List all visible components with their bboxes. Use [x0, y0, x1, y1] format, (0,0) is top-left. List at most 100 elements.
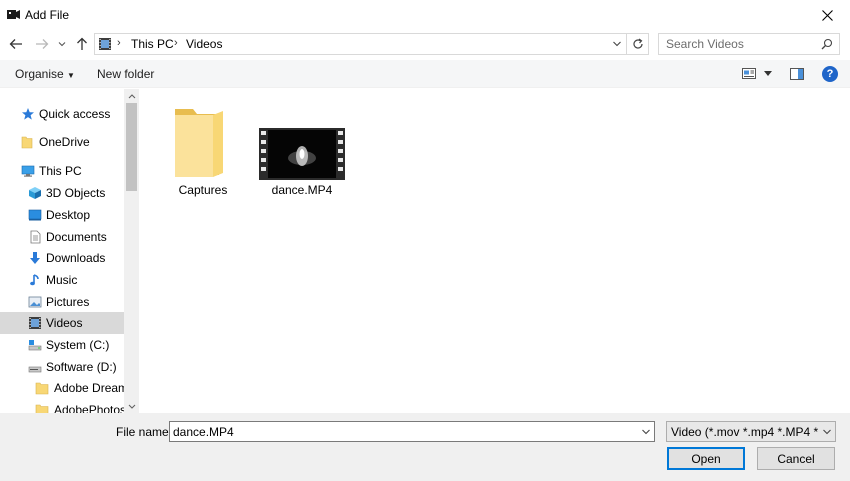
file-item-captures[interactable]: Captures	[158, 101, 248, 201]
file-name: dance.MP4	[271, 183, 333, 197]
chevron-down-icon[interactable]	[641, 426, 651, 438]
chevron-down-icon[interactable]	[764, 71, 772, 76]
refresh-button[interactable]	[627, 33, 649, 55]
document-icon	[30, 230, 41, 244]
sidebar-item-software-d[interactable]: Software (D:)	[0, 356, 124, 378]
sidebar-item-desktop[interactable]: Desktop	[0, 204, 124, 226]
folder-icon	[175, 109, 223, 177]
window-title: Add File	[25, 8, 70, 22]
breadcrumb-this-pc[interactable]: This PC	[131, 37, 174, 51]
sidebar-item-onedrive[interactable]: OneDrive	[0, 131, 124, 153]
sidebar-item-label: OneDrive	[39, 135, 90, 149]
preview-pane-icon[interactable]	[790, 68, 804, 80]
open-button[interactable]: Open	[667, 447, 745, 470]
drive-icon	[28, 340, 42, 351]
navigation-pane: Quick access OneDrive This PC 3D Objects…	[0, 89, 139, 413]
nav-scrollbar[interactable]	[124, 89, 139, 413]
scroll-up-button[interactable]	[124, 89, 139, 103]
caret-down-icon: ▼	[67, 71, 75, 80]
music-icon	[30, 274, 39, 286]
picture-icon	[28, 296, 42, 308]
recent-locations-button[interactable]	[56, 35, 68, 53]
refresh-icon	[632, 38, 643, 49]
sidebar-item-label: This PC	[39, 164, 82, 178]
sidebar-item-label: Downloads	[46, 251, 106, 265]
arrow-left-icon	[9, 39, 22, 49]
sidebar-item-this-pc[interactable]: This PC	[0, 160, 124, 182]
search-icon[interactable]	[821, 38, 833, 50]
organise-menu[interactable]: Organise ▼	[15, 67, 75, 81]
view-options-icon[interactable]	[742, 68, 756, 79]
title-bar: Add File	[0, 0, 850, 30]
sidebar-item-label: Quick access	[39, 107, 111, 121]
search-input[interactable]	[666, 37, 816, 51]
folder-icon	[21, 136, 33, 149]
cube-icon	[29, 187, 41, 199]
video-icon	[29, 317, 41, 329]
sidebar-item-documents[interactable]: Documents	[0, 226, 124, 248]
organise-label: Organise	[15, 67, 64, 81]
file-item-dance-mp4[interactable]: dance.MP4	[257, 101, 347, 201]
sidebar-item-adobe-photoshop[interactable]: AdobePhotosh	[0, 399, 133, 413]
chevron-up-icon	[128, 93, 135, 98]
sidebar-item-label: Desktop	[46, 208, 91, 222]
search-box[interactable]	[658, 33, 840, 55]
file-type-value: Video (*.mov *.mp4 *.MP4 *.Mp	[671, 425, 819, 439]
video-folder-icon	[99, 38, 111, 50]
chevron-down-icon	[128, 404, 135, 409]
chevron-down-icon	[58, 42, 66, 47]
file-name-label: File name:	[116, 425, 173, 439]
file-list: Captures dance.MP4	[139, 89, 850, 413]
file-dialog-footer: File name: Video (*.mov *.mp4 *.MP4 *.Mp…	[0, 413, 850, 481]
breadcrumb-separator[interactable]: ›	[174, 37, 178, 49]
scroll-down-button[interactable]	[124, 399, 139, 413]
breadcrumb-separator[interactable]: ›	[117, 37, 121, 49]
sidebar-item-label: AdobePhotosh	[54, 403, 133, 413]
sidebar-item-videos[interactable]: Videos	[0, 312, 124, 334]
close-button[interactable]	[804, 0, 850, 30]
sidebar-item-quick-access[interactable]: Quick access	[0, 103, 124, 125]
sidebar-item-3d-objects[interactable]: 3D Objects	[0, 182, 124, 204]
close-icon	[821, 9, 833, 21]
command-bar: Organise ▼ New folder ?	[0, 60, 850, 88]
download-icon	[30, 252, 40, 264]
up-button[interactable]	[73, 35, 91, 53]
app-icon	[7, 10, 20, 19]
file-type-select[interactable]: Video (*.mov *.mp4 *.MP4 *.Mp	[666, 421, 836, 442]
sidebar-item-label: 3D Objects	[46, 186, 106, 200]
sidebar-item-label: System (C:)	[46, 338, 110, 352]
scroll-thumb[interactable]	[126, 103, 137, 191]
sidebar-item-label: Music	[46, 273, 78, 287]
sidebar-item-downloads[interactable]: Downloads	[0, 247, 124, 269]
file-name: Captures	[178, 183, 228, 197]
folder-icon	[35, 404, 49, 413]
folder-icon	[35, 382, 49, 395]
help-icon[interactable]: ?	[822, 66, 838, 82]
forward-button[interactable]	[33, 35, 51, 53]
chevron-down-icon[interactable]	[612, 38, 622, 50]
breadcrumb-videos[interactable]: Videos	[186, 37, 222, 51]
sidebar-item-label: Documents	[46, 230, 107, 244]
sidebar-item-label: Software (D:)	[46, 360, 117, 374]
sidebar-item-adobe-dreamweaver[interactable]: Adobe Dreamv	[0, 377, 134, 399]
star-icon	[22, 108, 34, 120]
cancel-button[interactable]: Cancel	[757, 447, 835, 470]
drive-icon	[28, 366, 42, 373]
sidebar-item-label: Pictures	[46, 295, 90, 309]
arrow-right-icon	[36, 39, 49, 49]
file-name-input[interactable]	[173, 425, 633, 439]
sidebar-item-music[interactable]: Music	[0, 269, 124, 291]
file-name-field[interactable]	[169, 421, 655, 442]
back-button[interactable]	[7, 35, 25, 53]
desktop-icon	[28, 209, 42, 221]
chevron-down-icon	[823, 429, 831, 435]
sidebar-item-label: Adobe Dreamv	[54, 381, 135, 395]
sidebar-item-pictures[interactable]: Pictures	[0, 291, 124, 313]
arrow-up-icon	[77, 37, 87, 50]
new-folder-button[interactable]: New folder	[97, 67, 154, 81]
address-bar[interactable]: › This PC › Videos	[94, 33, 627, 55]
computer-icon	[21, 165, 35, 177]
sidebar-item-system-c[interactable]: System (C:)	[0, 334, 124, 356]
sidebar-item-label: Videos	[46, 316, 83, 330]
video-thumbnail-icon	[259, 128, 345, 180]
